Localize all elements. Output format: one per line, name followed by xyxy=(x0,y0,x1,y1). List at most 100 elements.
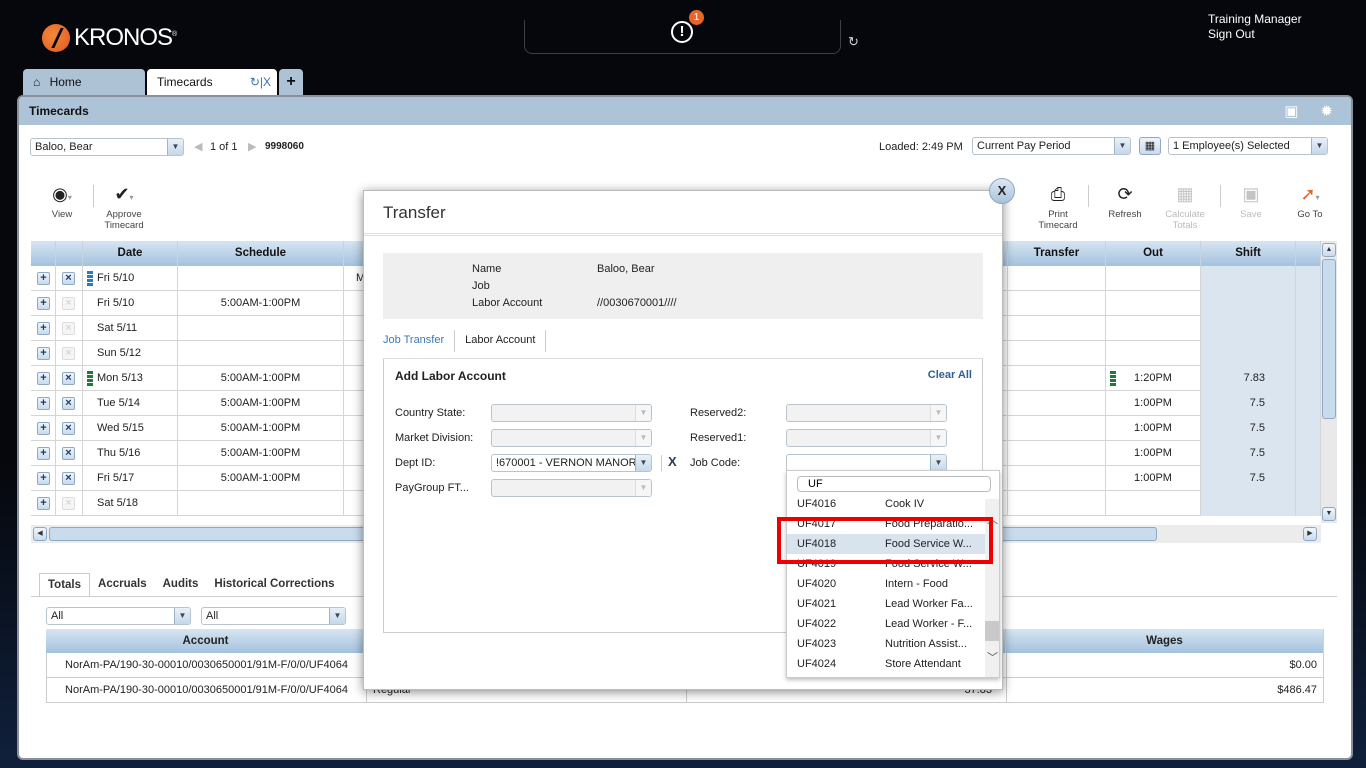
col-header-transfer[interactable]: Transfer xyxy=(1008,241,1106,266)
job-code-option[interactable]: UF4024 Store Attendant xyxy=(787,654,985,674)
transfer-cell[interactable] xyxy=(1008,341,1106,366)
out-cell[interactable] xyxy=(1106,291,1201,316)
reserved1-select[interactable]: ▼ xyxy=(786,429,947,447)
alert-icon[interactable]: ! xyxy=(671,21,693,43)
schedule-cell[interactable]: 5:00AM-1:00PM xyxy=(178,416,344,441)
out-cell[interactable]: 1:00PM xyxy=(1106,391,1201,416)
delete-row-icon[interactable]: × xyxy=(62,347,75,360)
view-button[interactable]: ◉▾ View xyxy=(39,183,85,220)
job-code-option[interactable]: UF4020 Intern - Food xyxy=(787,574,985,594)
out-cell[interactable]: 1:00PM xyxy=(1106,416,1201,441)
tab-home[interactable]: ⌂ Home xyxy=(23,69,145,95)
refresh-alerts-icon[interactable]: ↻ xyxy=(848,34,859,50)
scroll-up-icon[interactable]: ▲ xyxy=(1322,243,1336,257)
grid-vertical-scrollbar[interactable]: ▲ ▼ xyxy=(1321,241,1337,523)
schedule-cell[interactable] xyxy=(178,266,344,291)
approve-timecard-button[interactable]: ✔▾ Approve Timecard xyxy=(99,183,149,231)
job-code-option[interactable]: UF4021 Lead Worker Fa... xyxy=(787,594,985,614)
pay-period-select[interactable]: Current Pay Period ▼ xyxy=(972,137,1131,155)
calendar-icon[interactable]: ▦ xyxy=(1139,137,1161,155)
add-punch-icon[interactable]: + xyxy=(37,272,50,285)
job-code-search-input[interactable] xyxy=(797,476,991,492)
dept-id-select[interactable]: !670001 - VERNON MANOR ▼ xyxy=(491,454,652,472)
col-header-shift[interactable]: Shift xyxy=(1201,241,1296,266)
prev-employee-icon[interactable]: ◀ xyxy=(194,140,202,153)
add-tab-button[interactable]: + xyxy=(279,69,303,95)
date-cell[interactable]: Fri 5/17 xyxy=(83,466,178,491)
scroll-down-icon[interactable]: ▼ xyxy=(1322,507,1336,521)
add-punch-icon[interactable]: + xyxy=(37,347,50,360)
country-state-select[interactable]: ▼ xyxy=(491,404,652,422)
schedule-cell[interactable]: 5:00AM-1:00PM xyxy=(178,441,344,466)
transfer-cell[interactable] xyxy=(1008,416,1106,441)
paygroup-select[interactable]: ▼ xyxy=(491,479,652,497)
job-code-option[interactable]: UF4016 Cook IV xyxy=(787,494,985,514)
transfer-cell[interactable] xyxy=(1008,366,1106,391)
kronos-logo[interactable]: KRONOS® xyxy=(42,24,177,52)
chevron-down-icon[interactable]: ▼ xyxy=(329,608,345,624)
add-punch-icon[interactable]: + xyxy=(37,397,50,410)
clear-dept-icon[interactable]: X xyxy=(668,454,677,469)
delete-row-icon[interactable]: × xyxy=(62,272,75,285)
out-cell[interactable] xyxy=(1106,316,1201,341)
tab-timecards[interactable]: Timecards ↻|X xyxy=(147,69,277,97)
date-cell[interactable]: Fri 5/10 xyxy=(83,291,178,316)
schedule-cell[interactable]: 5:00AM-1:00PM xyxy=(178,391,344,416)
transfer-cell[interactable] xyxy=(1008,391,1106,416)
out-cell[interactable] xyxy=(1106,491,1201,516)
schedule-cell[interactable] xyxy=(178,316,344,341)
delete-row-icon[interactable]: × xyxy=(62,297,75,310)
delete-row-icon[interactable]: × xyxy=(62,372,75,385)
reserved2-select[interactable]: ▼ xyxy=(786,404,947,422)
date-cell[interactable]: Sat 5/18 xyxy=(83,491,178,516)
schedule-cell[interactable]: 5:00AM-1:00PM xyxy=(178,291,344,316)
add-punch-icon[interactable]: + xyxy=(37,497,50,510)
col-header-date[interactable]: Date xyxy=(83,241,178,266)
calculate-totals-button[interactable]: ▦ Calculate Totals xyxy=(1159,183,1211,231)
save-button[interactable]: ▣ Save xyxy=(1229,183,1273,220)
date-cell[interactable]: Fri 5/10 xyxy=(83,266,178,291)
transfer-cell[interactable] xyxy=(1008,441,1106,466)
market-division-select[interactable]: ▼ xyxy=(491,429,652,447)
transfer-cell[interactable] xyxy=(1008,316,1106,341)
add-punch-icon[interactable]: + xyxy=(37,447,50,460)
date-cell[interactable]: Wed 5/15 xyxy=(83,416,178,441)
transfer-cell[interactable] xyxy=(1008,491,1106,516)
out-cell[interactable] xyxy=(1106,266,1201,291)
tab-refresh-close-icons[interactable]: ↻|X xyxy=(250,75,271,89)
transfer-cell[interactable] xyxy=(1008,466,1106,491)
chevron-down-icon[interactable]: ▼ xyxy=(930,455,946,471)
chevron-down-icon[interactable]: ▼ xyxy=(167,139,183,155)
tab-accruals[interactable]: Accruals xyxy=(90,573,155,596)
chevron-down-icon[interactable]: ▼ xyxy=(1114,138,1130,154)
employee-select[interactable]: Baloo, Bear ▼ xyxy=(30,138,184,156)
transfer-cell[interactable] xyxy=(1008,291,1106,316)
scroll-thumb[interactable] xyxy=(1322,259,1336,419)
tab-job-transfer[interactable]: Job Transfer xyxy=(383,330,456,352)
close-dialog-button[interactable]: X xyxy=(989,178,1015,204)
add-punch-icon[interactable]: + xyxy=(37,322,50,335)
col-header-account[interactable]: Account xyxy=(46,629,366,653)
delete-row-icon[interactable]: × xyxy=(62,472,75,485)
transfer-cell[interactable] xyxy=(1008,266,1106,291)
out-cell[interactable]: 1:00PM xyxy=(1106,466,1201,491)
totals-filter-2[interactable]: All ▼ xyxy=(201,607,346,625)
delete-row-icon[interactable]: × xyxy=(62,397,75,410)
employees-selected-select[interactable]: 1 Employee(s) Selected ▼ xyxy=(1168,137,1328,155)
scroll-left-icon[interactable]: ◀ xyxy=(33,527,47,541)
out-cell[interactable] xyxy=(1106,341,1201,366)
date-cell[interactable]: Mon 5/13 xyxy=(83,366,178,391)
delete-row-icon[interactable]: × xyxy=(62,422,75,435)
col-header-out[interactable]: Out xyxy=(1106,241,1201,266)
maximize-icon[interactable]: ▣ xyxy=(1284,102,1298,120)
tab-audits[interactable]: Audits xyxy=(155,573,207,596)
out-cell[interactable]: 1:20PM xyxy=(1106,366,1201,391)
schedule-cell[interactable] xyxy=(178,341,344,366)
chevron-down-icon[interactable]: ▼ xyxy=(635,455,651,471)
out-cell[interactable]: 1:00PM xyxy=(1106,441,1201,466)
delete-row-icon[interactable]: × xyxy=(62,322,75,335)
go-to-button[interactable]: ➚▾ Go To xyxy=(1285,183,1335,220)
scroll-right-icon[interactable]: ▶ xyxy=(1303,527,1317,541)
add-punch-icon[interactable]: + xyxy=(37,472,50,485)
tab-historical-corrections[interactable]: Historical Corrections xyxy=(206,573,342,596)
